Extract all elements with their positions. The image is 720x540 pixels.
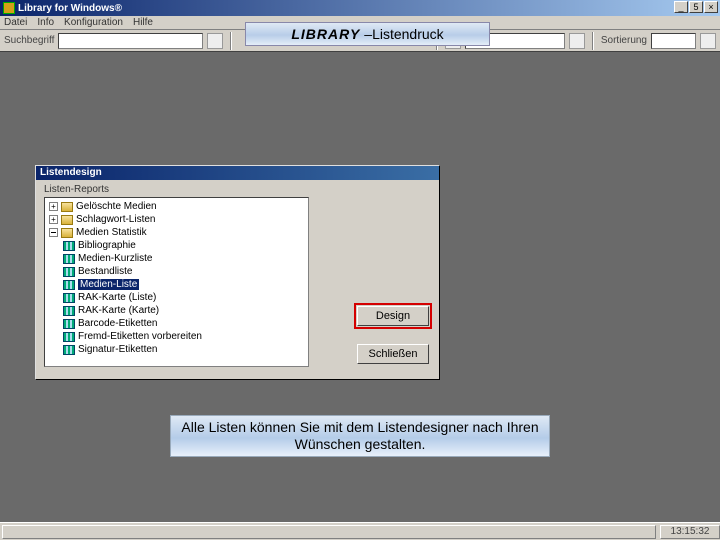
menu-konfiguration[interactable]: Konfiguration (64, 17, 123, 28)
sort-label: Sortierung (601, 35, 647, 46)
title-bar: Library for Windows® _ 5 × (0, 0, 720, 16)
tree-item[interactable]: Gelöschte Medien (76, 201, 157, 212)
tree-item-selected[interactable]: Medien-Liste (78, 279, 139, 290)
expand-icon[interactable]: + (49, 202, 58, 211)
banner-sep: – (364, 26, 372, 42)
restore-button[interactable]: 5 (689, 1, 703, 13)
toolbar-divider (230, 32, 232, 50)
banner: LIBRARY – Listendruck (245, 22, 490, 46)
banner-brand: LIBRARY (291, 26, 360, 42)
folder-icon (61, 228, 73, 238)
search-label: Suchbegriff (4, 35, 54, 46)
design-button[interactable]: Design (357, 306, 429, 326)
report-icon (63, 332, 75, 342)
tree-item[interactable]: Bibliographie (78, 240, 136, 251)
collapse-icon[interactable] (49, 228, 58, 237)
folder-icon (61, 215, 73, 225)
toolbar-icon-4[interactable] (700, 33, 716, 49)
report-icon (63, 345, 75, 355)
tree-item[interactable]: Fremd-Etiketten vorbereiten (78, 331, 202, 342)
tree-item[interactable]: Medien-Kurzliste (78, 253, 152, 264)
search-input[interactable] (58, 33, 203, 49)
menu-info[interactable]: Info (37, 17, 54, 28)
sort-input[interactable] (651, 33, 696, 49)
tree-item[interactable]: Schlagwort-Listen (76, 214, 155, 225)
report-icon (63, 280, 75, 290)
menu-datei[interactable]: Datei (4, 17, 27, 28)
folder-icon (61, 202, 73, 212)
report-icon (63, 293, 75, 303)
report-tree[interactable]: + Gelöschte Medien + Schlagwort-Listen Med… (44, 197, 309, 367)
status-time: 13:15:32 (660, 525, 720, 539)
window-controls: _ 5 × (673, 1, 718, 15)
report-icon (63, 254, 75, 264)
caption-text: Alle Listen können Sie mit dem Listendes… (177, 419, 543, 454)
status-spacer (2, 525, 656, 539)
window-title: Library for Windows® (18, 3, 673, 14)
dialog-close-button[interactable]: Schließen (357, 344, 429, 364)
tree-item[interactable]: RAK-Karte (Liste) (78, 292, 156, 303)
report-icon (63, 306, 75, 316)
expand-icon[interactable]: + (49, 215, 58, 224)
close-button[interactable]: × (704, 1, 718, 13)
banner-title: Listendruck (372, 26, 444, 42)
dialog-title: Listendesign (36, 166, 439, 180)
report-icon (63, 241, 75, 251)
report-icon (63, 319, 75, 329)
toolbar-icon-1[interactable] (207, 33, 223, 49)
caption: Alle Listen können Sie mit dem Listendes… (170, 415, 550, 457)
menu-hilfe[interactable]: Hilfe (133, 17, 153, 28)
app-icon (3, 2, 15, 14)
tree-item[interactable]: Bestandliste (78, 266, 132, 277)
tree-item[interactable]: Medien Statistik (76, 227, 147, 238)
toolbar-divider-3 (592, 32, 594, 50)
status-bar: 13:15:32 (0, 522, 720, 540)
tree-item[interactable]: RAK-Karte (Karte) (78, 305, 159, 316)
toolbar-icon-3[interactable] (569, 33, 585, 49)
tree-item[interactable]: Barcode-Etiketten (78, 318, 158, 329)
tree-item[interactable]: Signatur-Etiketten (78, 344, 158, 355)
listendesign-dialog: Listendesign Listen-Reports + Gelöschte M… (35, 165, 440, 380)
group-label: Listen-Reports (44, 184, 431, 195)
report-icon (63, 267, 75, 277)
minimize-button[interactable]: _ (674, 1, 688, 13)
